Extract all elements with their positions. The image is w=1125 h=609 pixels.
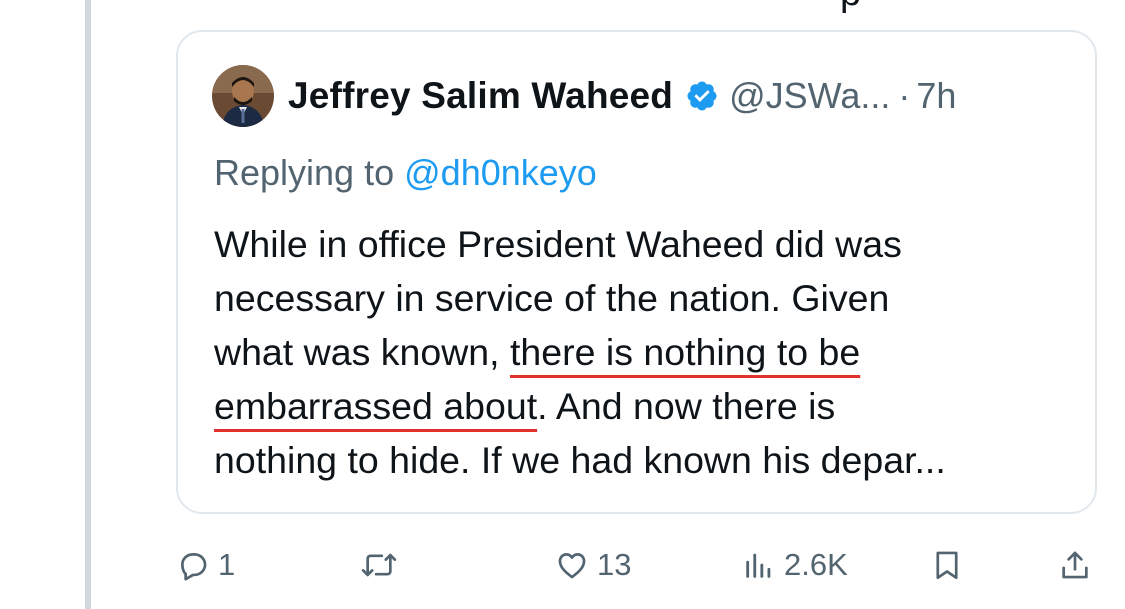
thread-connector-line <box>85 0 91 609</box>
quoted-tweet-card[interactable]: Jeffrey Salim Waheed @JSWa... · 7h Reply… <box>176 30 1097 514</box>
tweet-text-line: necessary in service of the nation. Give… <box>214 277 890 319</box>
bookmark-icon <box>930 548 964 582</box>
verified-badge-icon <box>685 79 719 113</box>
tweet-text-line: embarrassed about. And now there is <box>214 379 1084 433</box>
underlined-text: there is nothing to be <box>509 331 861 373</box>
share-button[interactable] <box>1058 540 1092 590</box>
retweet-button[interactable] <box>360 540 406 590</box>
replying-to-line: Replying to @dh0nkeyo <box>214 152 597 194</box>
like-icon <box>555 548 589 582</box>
author-handle[interactable]: @JSWa... <box>729 75 890 117</box>
tweet-text-segment: what was known, <box>214 331 510 373</box>
tweet-text-segment: . And now there is <box>537 385 836 427</box>
views-icon <box>742 548 776 582</box>
reply-icon <box>176 548 210 582</box>
like-count: 13 <box>597 547 632 582</box>
bookmark-button[interactable] <box>930 540 964 590</box>
retweet-icon <box>360 548 398 582</box>
parent-tweet-cutoff-text: p <box>840 0 861 15</box>
replying-to-label: Replying to <box>214 152 395 193</box>
tweet-timestamp[interactable]: 7h <box>916 75 956 117</box>
header-separator: · <box>898 75 911 116</box>
tweet-text-line: what was known, there is nothing to be <box>214 325 1084 379</box>
author-name[interactable]: Jeffrey Salim Waheed <box>288 75 673 117</box>
avatar[interactable] <box>212 65 274 127</box>
tweet-text-line: nothing to hide. If we had known his dep… <box>214 439 946 481</box>
like-button[interactable]: 13 <box>555 540 631 590</box>
quoted-tweet-header: Jeffrey Salim Waheed @JSWa... · 7h <box>212 64 956 128</box>
share-icon <box>1058 548 1092 582</box>
tweet-text-line: While in office President Waheed did was <box>214 223 902 265</box>
underlined-text: embarrassed about <box>214 385 538 427</box>
tweet-view: p Jeffrey Salim Waheed <box>0 0 1125 609</box>
reply-count: 1 <box>218 547 236 582</box>
tweet-text: While in office President Waheed did was… <box>214 217 1084 487</box>
views-button[interactable]: 2.6K <box>742 540 848 590</box>
reply-button[interactable]: 1 <box>176 540 235 590</box>
replying-to-mention[interactable]: @dh0nkeyo <box>404 152 597 193</box>
tweet-action-bar: 1 13 2.6K <box>0 540 1125 590</box>
views-count: 2.6K <box>784 547 848 582</box>
